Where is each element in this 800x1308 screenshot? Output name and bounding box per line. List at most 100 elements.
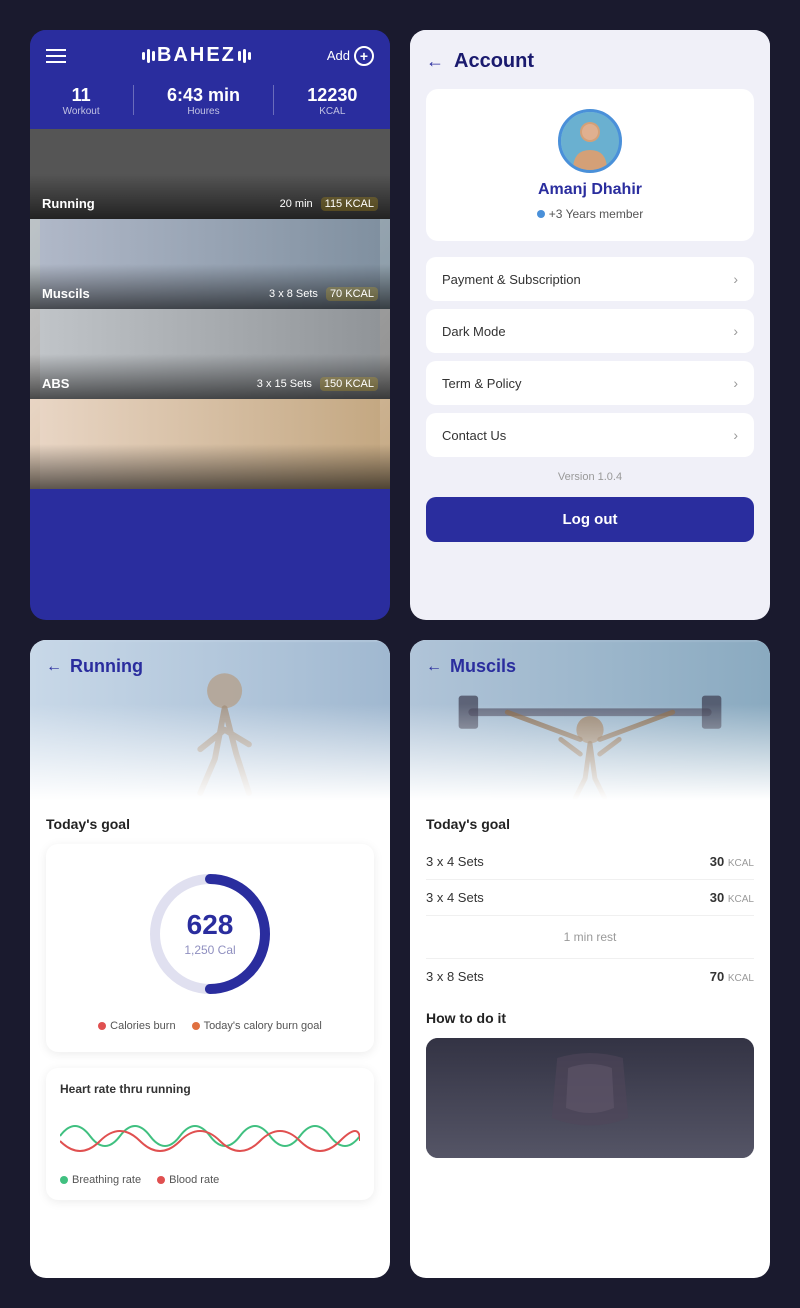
legend-dot-calories xyxy=(98,1022,106,1030)
muscils-goal-label: Today's goal xyxy=(426,816,754,832)
stat-workout: 11 Workout xyxy=(63,85,100,117)
chevron-right-icon: › xyxy=(733,323,738,339)
logo-bar xyxy=(243,49,246,63)
logo-bar xyxy=(152,51,155,61)
chevron-right-icon: › xyxy=(733,271,738,287)
donut-chart: 628 1,250 Cal xyxy=(140,864,280,1004)
add-button[interactable]: Add + xyxy=(327,46,374,66)
video-thumbnail[interactable] xyxy=(426,1038,754,1158)
hamburger-icon[interactable] xyxy=(46,49,66,63)
chevron-right-icon: › xyxy=(733,427,738,443)
legend-blood: Blood rate xyxy=(157,1174,219,1186)
menu-list: Payment & Subscription › Dark Mode › Ter… xyxy=(426,257,754,457)
menu-item-darkmode[interactable]: Dark Mode › xyxy=(426,309,754,353)
running-content: Today's goal 628 1,250 Cal Calories burn xyxy=(30,800,390,1216)
account-header: ← Account xyxy=(410,30,770,89)
muscils-back-icon[interactable]: ← xyxy=(426,658,442,676)
running-panel: ← Running Today's goal 628 1,250 Cal Cal… xyxy=(30,640,390,1278)
stats-bar: 11 Workout 6:43 min Houres 12230 KCAL xyxy=(30,77,390,129)
logout-button[interactable]: Log out xyxy=(426,497,754,542)
avatar xyxy=(558,109,622,173)
muscils-overlay xyxy=(410,704,770,800)
sets-label-1: 3 x 4 Sets xyxy=(426,854,484,869)
menu-item-contact[interactable]: Contact Us › xyxy=(426,413,754,457)
main-app-panel: BAHEZ Add + 11 Workout 6:43 min Houres 1… xyxy=(30,30,390,620)
workout-card-muscils[interactable]: Muscils 3 x 8 Sets 70 KCAL xyxy=(30,219,390,309)
card-title-running: Running xyxy=(42,196,95,211)
legend-label-goal: Today's calory burn goal xyxy=(204,1020,322,1032)
donut-unit: 1,250 Cal xyxy=(184,943,235,957)
account-title: Account xyxy=(454,50,534,73)
muscils-hero: ← Muscils xyxy=(410,640,770,800)
muscils-content: Today's goal 3 x 4 Sets 30 KCAL 3 x 4 Se… xyxy=(410,800,770,1174)
card-overlay xyxy=(30,444,390,489)
menu-item-label-darkmode: Dark Mode xyxy=(442,324,506,339)
card-title-muscils: Muscils xyxy=(42,286,90,301)
member-badge: +3 Years member xyxy=(537,207,643,221)
profile-card: Amanj Dhahir +3 Years member xyxy=(426,89,754,241)
running-title: Running xyxy=(70,656,143,677)
running-hero-header: ← Running xyxy=(30,640,390,693)
rest-label: 1 min rest xyxy=(426,926,754,948)
legend-label-breathing: Breathing rate xyxy=(72,1174,141,1186)
legend-label-blood: Blood rate xyxy=(169,1174,219,1186)
member-dot-icon xyxy=(537,210,545,218)
legend-dot-blood xyxy=(157,1176,165,1184)
logo-bar xyxy=(248,52,251,60)
back-arrow-icon[interactable]: ← xyxy=(426,51,444,72)
sets-kcal-2: 30 KCAL xyxy=(710,890,754,905)
profile-name: Amanj Dhahir xyxy=(538,181,642,199)
legend-dot-breathing xyxy=(60,1176,68,1184)
add-circle-icon: + xyxy=(354,46,374,66)
stat-label-workout: Workout xyxy=(63,106,100,117)
donut-value: 628 xyxy=(184,909,235,941)
sets-row-3: 3 x 8 Sets 70 KCAL xyxy=(426,959,754,994)
sets-label-3: 3 x 8 Sets xyxy=(426,969,484,984)
card-kcal-abs: 150 KCAL xyxy=(320,377,378,391)
logo-text: BAHEZ xyxy=(157,44,236,67)
logo-bar xyxy=(238,51,241,61)
menu-item-payment[interactable]: Payment & Subscription › xyxy=(426,257,754,301)
card-info-abs: ABS 3 x 15 Sets 150 KCAL xyxy=(30,376,390,391)
sets-row-2: 3 x 4 Sets 30 KCAL xyxy=(426,880,754,916)
menu-item-policy[interactable]: Term & Policy › xyxy=(426,361,754,405)
stat-label-kcal: KCAL xyxy=(307,106,357,117)
stat-value-kcal: 12230 xyxy=(307,85,357,106)
legend-label-calories: Calories burn xyxy=(110,1020,175,1032)
sets-row-1: 3 x 4 Sets 30 KCAL xyxy=(426,844,754,880)
sets-label-2: 3 x 4 Sets xyxy=(426,890,484,905)
card-meta-abs: 3 x 15 Sets 150 KCAL xyxy=(257,377,378,391)
stat-value-workout: 11 xyxy=(63,85,100,106)
workout-card-running[interactable]: Running 20 min 115 KCAL xyxy=(30,129,390,219)
workout-card-last[interactable] xyxy=(30,399,390,489)
running-back-icon[interactable]: ← xyxy=(46,658,62,676)
member-label: +3 Years member xyxy=(549,207,643,221)
card-meta-running: 20 min 115 KCAL xyxy=(280,197,378,211)
muscils-title: Muscils xyxy=(450,656,516,677)
muscils-hero-header: ← Muscils xyxy=(410,640,770,693)
goal-legend: Calories burn Today's calory burn goal xyxy=(66,1020,354,1032)
stat-label-hours: Houres xyxy=(167,106,240,117)
card-info-running: Running 20 min 115 KCAL xyxy=(30,196,390,211)
logo-bar xyxy=(142,52,145,60)
menu-item-label-payment: Payment & Subscription xyxy=(442,272,581,287)
stat-value-hours: 6:43 min xyxy=(167,85,240,106)
how-to-label: How to do it xyxy=(426,1010,754,1026)
legend-dot-goal xyxy=(192,1022,200,1030)
goal-card: 628 1,250 Cal Calories burn Today's calo… xyxy=(46,844,374,1052)
legend-breathing: Breathing rate xyxy=(60,1174,141,1186)
version-text: Version 1.0.4 xyxy=(410,457,770,497)
card-kcal-running: 115 KCAL xyxy=(321,197,378,211)
sets-kcal-1: 30 KCAL xyxy=(710,854,754,869)
add-label: Add xyxy=(327,48,350,63)
heart-rate-card: Heart rate thru running Breathing rate B… xyxy=(46,1068,374,1200)
card-kcal-muscils: 70 KCAL xyxy=(326,287,378,301)
logo-bars-right xyxy=(238,49,251,63)
hr-legend: Breathing rate Blood rate xyxy=(60,1174,360,1186)
app-header: BAHEZ Add + xyxy=(30,30,390,77)
card-title-abs: ABS xyxy=(42,376,69,391)
workout-card-abs[interactable]: ABS 3 x 15 Sets 150 KCAL xyxy=(30,309,390,399)
card-info-muscils: Muscils 3 x 8 Sets 70 KCAL xyxy=(30,286,390,301)
account-panel: ← Account Amanj Dhahir +3 Years member P… xyxy=(410,30,770,620)
menu-item-label-contact: Contact Us xyxy=(442,428,506,443)
